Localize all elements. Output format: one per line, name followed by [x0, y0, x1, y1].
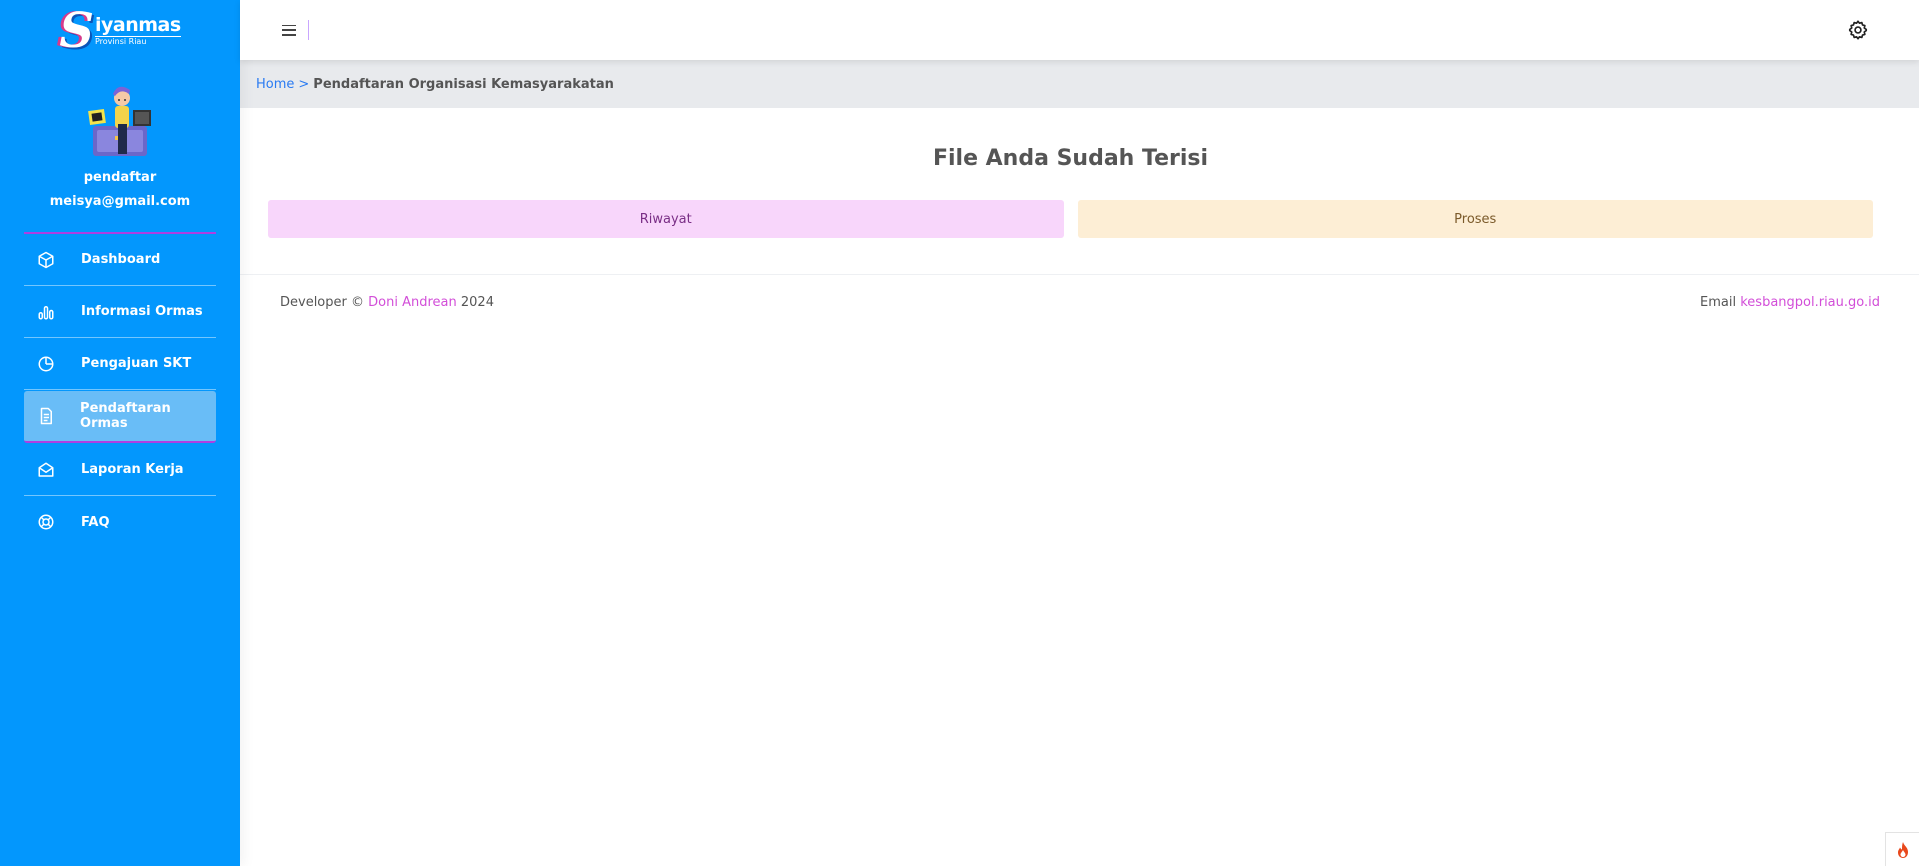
breadcrumb-current: Pendaftaran Organisasi Kemasyarakatan — [313, 76, 614, 92]
email-link[interactable]: kesbangpol.riau.go.id — [1740, 295, 1880, 310]
sidebar-item-laporan-kerja[interactable]: Laporan Kerja — [24, 444, 216, 496]
footer-email: Email kesbangpol.riau.go.id — [1700, 295, 1880, 310]
logo-main-text: iyanmas — [94, 14, 181, 36]
breadcrumb: Home > Pendaftaran Organisasi Kemasyarak… — [240, 60, 1919, 108]
page-title: File Anda Sudah Terisi — [932, 146, 1209, 171]
pie-chart-icon — [36, 354, 56, 374]
app-root: S iyanmas Provinsi Riau pendaftar meisya… — [0, 0, 1919, 866]
footer-year: 2024 — [460, 295, 494, 310]
topbar — [240, 0, 1919, 60]
sidebar-item-label: Informasi Ormas — [81, 304, 203, 319]
logo-text: iyanmas Provinsi Riau — [94, 14, 181, 46]
sidebar: S iyanmas Provinsi Riau pendaftar meisya… — [0, 0, 240, 866]
logo-letter: S — [59, 3, 94, 59]
sidebar-item-label: Pendaftaran Ormas — [80, 401, 171, 431]
user-role: pendaftar — [83, 170, 157, 185]
sidebar-item-dashboard[interactable]: Dashboard — [24, 234, 216, 286]
footer-developer: Developer © Doni Andrean 2024 — [280, 295, 494, 310]
user-email: meisya@gmail.com — [49, 194, 191, 209]
brand-logo[interactable]: S iyanmas Provinsi Riau — [0, 0, 240, 60]
menu-toggle-icon[interactable] — [282, 23, 296, 37]
sidebar-item-faq[interactable]: FAQ — [24, 496, 216, 548]
life-ring-icon — [36, 512, 56, 532]
avatar-area — [0, 60, 240, 170]
logo-wrap: S iyanmas Provinsi Riau — [59, 3, 181, 59]
sidebar-item-label: FAQ — [81, 514, 110, 530]
sidebar-item-pengajuan-skt[interactable]: Pengajuan SKT — [24, 338, 216, 390]
footer-developer-prefix: Developer © — [280, 295, 364, 310]
topbar-left — [282, 20, 309, 40]
sidebar-item-label: Laporan Kerja — [81, 462, 184, 477]
mail-open-icon — [36, 460, 56, 480]
sidebar-item-label: Dashboard — [81, 252, 161, 267]
content: File Anda Sudah Terisi Riwayat Proses — [240, 108, 1919, 238]
flame-icon[interactable] — [1885, 832, 1919, 866]
main-area: Home > Pendaftaran Organisasi Kemasyarak… — [240, 0, 1919, 866]
box-icon — [36, 250, 56, 270]
sidebar-item-informasi-ormas[interactable]: Informasi Ormas — [24, 286, 216, 338]
logo-sub-text: Provinsi Riau — [94, 36, 181, 46]
sidebar-item-pendaftaran-ormas[interactable]: Pendaftaran Ormas — [24, 391, 216, 443]
document-icon — [36, 406, 55, 426]
avatar — [88, 86, 151, 156]
bar-chart-icon — [36, 302, 56, 322]
sidebar-menu: Dashboard Informasi Ormas Pengajuan SKT … — [24, 232, 216, 548]
footer: Developer © Doni Andrean 2024 Email kesb… — [240, 275, 1919, 310]
breadcrumb-separator: > — [298, 76, 310, 92]
breadcrumb-home-link[interactable]: Home — [256, 77, 294, 92]
topbar-divider — [308, 20, 309, 40]
gear-icon[interactable] — [1847, 19, 1869, 41]
tabs-row: Riwayat Proses — [268, 200, 1873, 238]
developer-link[interactable]: Doni Andrean — [368, 295, 457, 310]
tab-proses[interactable]: Proses — [1077, 200, 1873, 238]
footer-email-prefix: Email — [1700, 295, 1737, 310]
sidebar-item-label: Pengajuan SKT — [81, 356, 192, 371]
tab-riwayat[interactable]: Riwayat — [268, 200, 1064, 238]
